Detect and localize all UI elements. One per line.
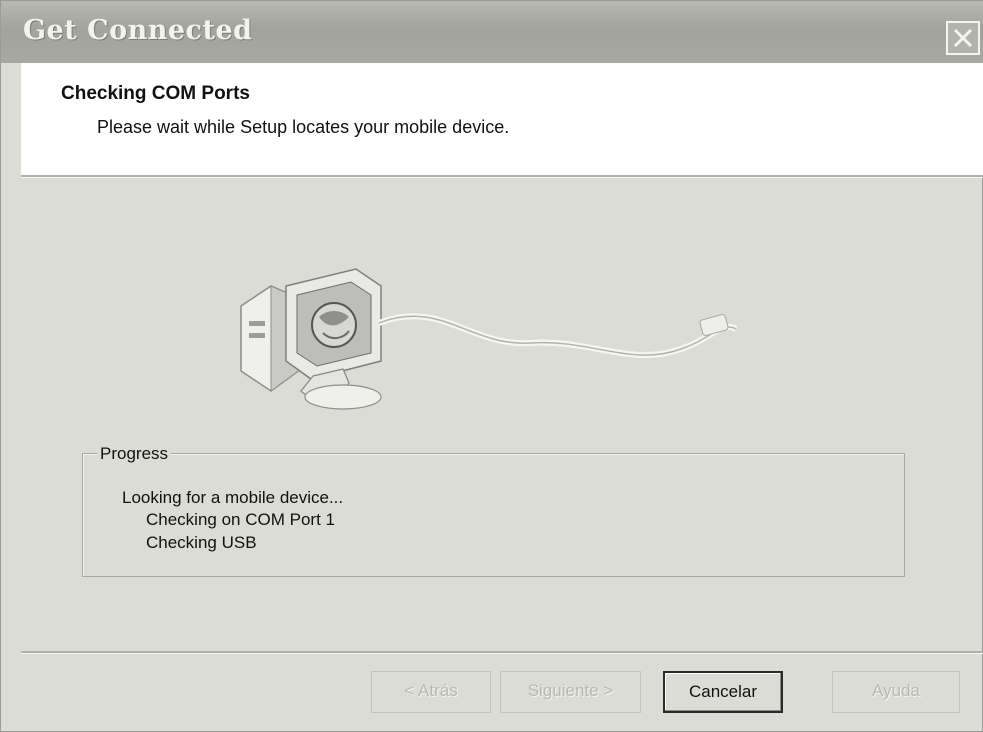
page-subtitle: Please wait while Setup locates your mob… xyxy=(97,117,510,137)
back-button[interactable]: < Atrás xyxy=(371,671,491,713)
progress-line: Looking for a mobile device... xyxy=(122,488,344,507)
progress-line: Checking USB xyxy=(146,533,257,552)
close-icon xyxy=(953,28,973,48)
footer-divider xyxy=(21,651,983,654)
window-title: Get Connected xyxy=(23,15,253,46)
header-divider xyxy=(21,175,983,178)
progress-legend: Progress xyxy=(97,444,172,464)
page-title: Checking COM Ports xyxy=(61,83,250,104)
next-button[interactable]: Siguiente > xyxy=(500,671,641,713)
get-connected-dialog: Get Connected Checking COM Ports Please … xyxy=(0,0,983,732)
cancel-button[interactable]: Cancelar xyxy=(663,671,783,713)
computer-connection-icon xyxy=(240,268,738,410)
wizard-header: Checking COM Ports Please wait while Set… xyxy=(21,63,983,175)
progress-line: Checking on COM Port 1 xyxy=(146,510,335,529)
help-button[interactable]: Ayuda xyxy=(832,671,960,713)
title-bar[interactable]: Get Connected xyxy=(1,1,983,63)
close-button[interactable] xyxy=(946,21,980,55)
